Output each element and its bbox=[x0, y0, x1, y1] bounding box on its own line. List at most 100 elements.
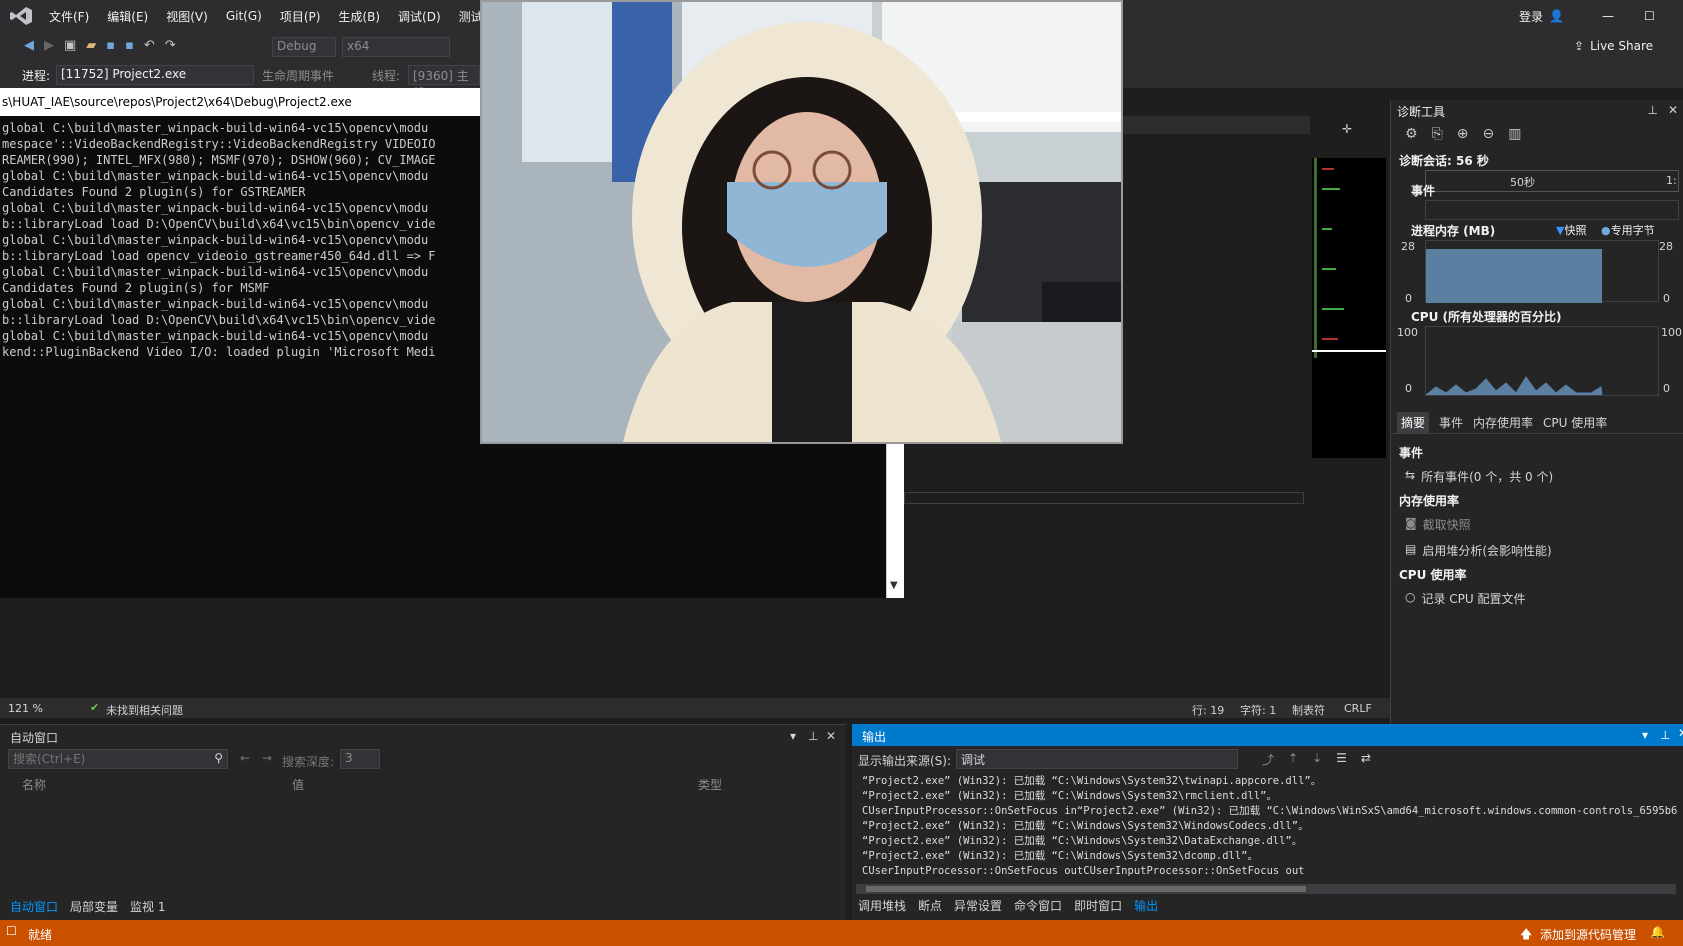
events-heading[interactable]: 事件 bbox=[1411, 182, 1435, 199]
tab-locals[interactable]: 局部变量 bbox=[64, 898, 124, 915]
menu-debug[interactable]: 调试(D) bbox=[389, 8, 450, 25]
memory-min-label: 0 bbox=[1405, 292, 1412, 305]
autos-search-box[interactable]: ⚲ bbox=[8, 749, 228, 769]
user-icon[interactable]: 👤 bbox=[1549, 9, 1564, 23]
search-back-icon[interactable]: ← bbox=[240, 751, 250, 765]
pin-icon[interactable]: ⊥ bbox=[1648, 103, 1658, 117]
redo-icon[interactable]: ↷ bbox=[165, 38, 176, 53]
goto-line-icon[interactable]: ⤴ bbox=[1262, 751, 1274, 768]
search-forward-icon[interactable]: → bbox=[262, 751, 272, 765]
zoom-in-icon[interactable]: ⊕ bbox=[1457, 126, 1469, 142]
menu-file[interactable]: 文件(F) bbox=[40, 8, 98, 25]
split-icon[interactable]: ✛ bbox=[1342, 122, 1352, 136]
settings-icon[interactable]: ⚙ bbox=[1405, 126, 1418, 142]
platform-select[interactable]: x64 bbox=[342, 37, 450, 57]
memory-heading[interactable]: 进程内存 (MB) bbox=[1411, 222, 1495, 239]
tab-breakpoints[interactable]: 断点 bbox=[912, 897, 948, 914]
autos-dropdown-icon[interactable]: ▾ bbox=[790, 729, 796, 743]
zoom-level[interactable]: 121 % bbox=[8, 702, 43, 715]
eol-indicator[interactable]: CRLF bbox=[1344, 702, 1372, 715]
autos-window: 自动窗口 ▾ ⊥ ✕ ⚲ ← → 搜索深度: 3 名称 值 类型 自动窗口 局部… bbox=[0, 724, 846, 920]
tab-autos[interactable]: 自动窗口 bbox=[4, 898, 64, 915]
menu-edit[interactable]: 编辑(E) bbox=[98, 8, 157, 25]
output-window: 输出 ▾ ⊥ ✕ 显示输出来源(S): 调试 ⤴ ⇡ ⇣ ☰ ⇄ “Projec… bbox=[852, 724, 1683, 920]
thread-label: 线程: bbox=[372, 69, 401, 83]
search-icon[interactable]: ⚲ bbox=[214, 751, 223, 765]
output-source-select[interactable]: 调试 bbox=[956, 749, 1238, 769]
tab-indicator[interactable]: 制表符 bbox=[1292, 702, 1325, 718]
char-indicator[interactable]: 字符: 1 bbox=[1240, 702, 1276, 718]
clear-all-icon[interactable]: ☰ bbox=[1336, 751, 1347, 768]
menu-build[interactable]: 生成(B) bbox=[329, 8, 389, 25]
reset-view-icon[interactable]: ▥ bbox=[1508, 126, 1521, 142]
tab-memory[interactable]: 内存使用率 bbox=[1473, 414, 1533, 431]
undo-icon[interactable]: ↶ bbox=[144, 38, 155, 53]
next-message-icon[interactable]: ⇣ bbox=[1312, 751, 1322, 768]
thread-select[interactable]: [9360] 主线 bbox=[408, 65, 480, 100]
menu-view[interactable]: 视图(V) bbox=[157, 8, 217, 25]
login-link[interactable]: 登录 bbox=[1519, 8, 1543, 25]
take-snapshot-button[interactable]: 截取快照 bbox=[1423, 516, 1471, 533]
output-dropdown-icon[interactable]: ▾ bbox=[1642, 728, 1648, 742]
tab-call-stack[interactable]: 调用堆栈 bbox=[852, 897, 912, 914]
autos-close-icon[interactable]: ✕ bbox=[826, 729, 836, 743]
tab-exception-settings[interactable]: 异常设置 bbox=[948, 897, 1008, 914]
save-all-icon[interactable]: ▪ bbox=[125, 38, 134, 53]
output-hscrollbar[interactable] bbox=[856, 884, 1676, 894]
depth-select[interactable]: 3 bbox=[340, 749, 380, 769]
minimize-icon[interactable]: — bbox=[1602, 9, 1614, 23]
back-icon[interactable]: ◀ bbox=[24, 38, 34, 53]
output-close-icon[interactable]: ✕ bbox=[1678, 726, 1683, 740]
save-icon[interactable]: ▪ bbox=[106, 38, 115, 53]
autos-search-input[interactable] bbox=[9, 750, 199, 768]
tab-immediate-window[interactable]: 即时窗口 bbox=[1068, 897, 1128, 914]
tab-output[interactable]: 输出 bbox=[1128, 897, 1164, 914]
zoom-out-icon[interactable]: ⊖ bbox=[1483, 126, 1495, 142]
export-icon[interactable]: ⎘ bbox=[1432, 126, 1443, 142]
tab-watch1[interactable]: 监视 1 bbox=[124, 898, 171, 915]
notification-icon[interactable]: 🔔 bbox=[1650, 925, 1665, 939]
forward-icon[interactable]: ▶ bbox=[44, 38, 54, 53]
autos-pin-icon[interactable]: ⊥ bbox=[808, 729, 818, 743]
output-line: “Project2.exe” (Win32): 已加载 “C:\Windows\… bbox=[862, 775, 1322, 787]
live-share-button[interactable]: Live Share bbox=[1590, 39, 1653, 53]
configuration-select[interactable]: Debug bbox=[272, 37, 336, 57]
line-indicator[interactable]: 行: 19 bbox=[1192, 702, 1224, 718]
heap-profiling-button[interactable]: 启用堆分析(会影响性能) bbox=[1422, 542, 1551, 559]
maximize-icon[interactable]: ☐ bbox=[1644, 9, 1655, 23]
editor-minimap[interactable]: ✛ bbox=[1310, 116, 1390, 700]
word-wrap-icon[interactable]: ⇄ bbox=[1361, 751, 1371, 768]
col-type[interactable]: 类型 bbox=[698, 776, 722, 793]
add-to-source-control[interactable]: 添加到源代码管理 bbox=[1540, 926, 1636, 943]
lifecycle-events[interactable]: 生命周期事件 bbox=[262, 67, 334, 84]
menu-project[interactable]: 项目(P) bbox=[271, 8, 330, 25]
output-text[interactable]: “Project2.exe” (Win32): 已加载 “C:\Windows\… bbox=[862, 774, 1677, 884]
console-scrollbar[interactable]: ▼ bbox=[886, 438, 904, 598]
new-project-icon[interactable]: ▣ bbox=[64, 38, 76, 53]
output-line: “Project2.exe” (Win32): 已加载 “C:\Windows\… bbox=[862, 850, 1259, 862]
output-line: CUserInputProcessor::OnSetFocus outCUser… bbox=[862, 865, 1305, 877]
timeline-ruler[interactable]: 50秒 1: bbox=[1425, 170, 1679, 192]
process-select[interactable]: [11752] Project2.exe bbox=[56, 65, 254, 85]
minimap-preview[interactable] bbox=[1312, 158, 1386, 458]
all-events-link[interactable]: 所有事件(0 个，共 0 个) bbox=[1421, 468, 1553, 485]
tab-events[interactable]: 事件 bbox=[1439, 414, 1463, 431]
console-line: global C:\build\master_winpack-build-win… bbox=[2, 169, 429, 183]
record-cpu-button[interactable]: 记录 CPU 配置文件 bbox=[1421, 590, 1525, 607]
col-name[interactable]: 名称 bbox=[22, 776, 46, 793]
open-folder-icon[interactable]: ▰ bbox=[86, 38, 96, 53]
close-icon[interactable]: ✕ bbox=[1668, 103, 1678, 117]
live-share-icon[interactable]: ⇪ bbox=[1574, 39, 1584, 53]
tab-command-window[interactable]: 命令窗口 bbox=[1008, 897, 1068, 914]
scroll-down-icon[interactable]: ▼ bbox=[890, 580, 898, 591]
issues-indicator[interactable]: 未找到相关问题 bbox=[106, 702, 183, 718]
output-pin-icon[interactable]: ⊥ bbox=[1660, 728, 1670, 742]
depth-label: 搜索深度: bbox=[282, 755, 335, 769]
col-value[interactable]: 值 bbox=[292, 776, 304, 793]
process-label: 进程: bbox=[22, 69, 51, 83]
tab-summary[interactable]: 摘要 bbox=[1397, 412, 1430, 433]
tab-cpu[interactable]: CPU 使用率 bbox=[1543, 414, 1607, 431]
cpu-heading[interactable]: CPU (所有处理器的百分比) bbox=[1411, 308, 1562, 325]
prev-message-icon[interactable]: ⇡ bbox=[1288, 751, 1298, 768]
menu-git[interactable]: Git(G) bbox=[217, 9, 271, 23]
